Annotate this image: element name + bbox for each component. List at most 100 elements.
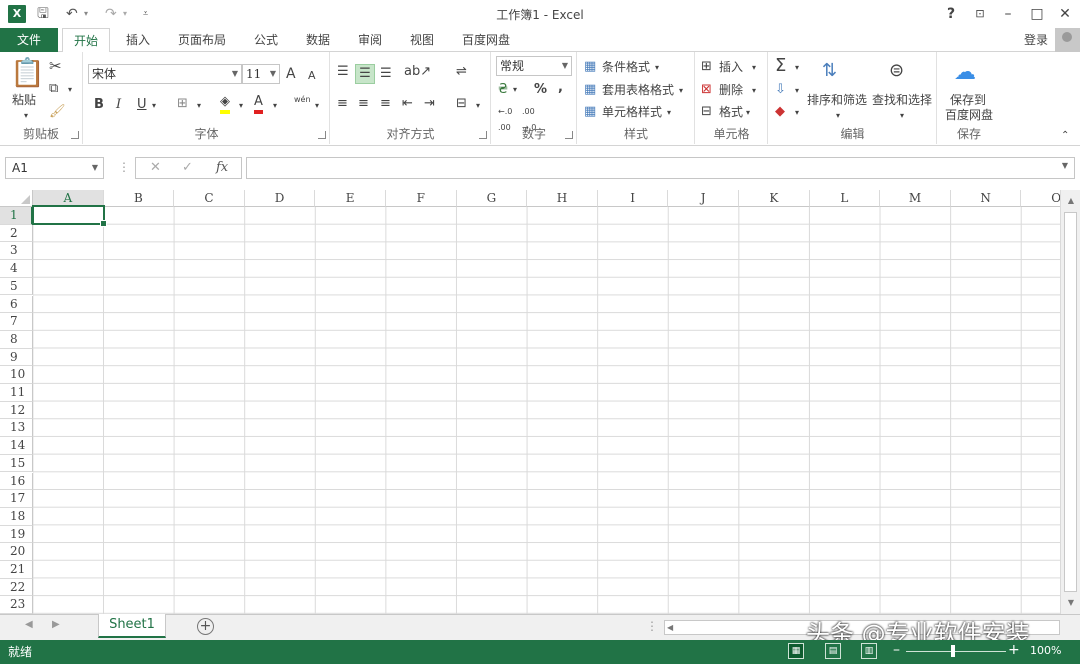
delete-dropdown-icon[interactable]: ▾ <box>752 83 756 99</box>
fill-color-dropdown-icon[interactable]: ▾ <box>239 98 243 114</box>
autosum-button[interactable]: Σ <box>775 56 786 76</box>
tab-file[interactable]: 文件 <box>0 28 58 52</box>
tab-insert[interactable]: 插入 <box>118 28 158 52</box>
font-size-combo[interactable]: 11 ▼ <box>242 64 280 84</box>
row-header[interactable]: 18 <box>0 507 33 526</box>
row-header[interactable]: 22 <box>0 578 33 597</box>
insert-cells-button[interactable]: 插入 <box>719 59 743 75</box>
format-painter-icon[interactable]: 🖌 <box>49 104 66 120</box>
sort-filter-dropdown-icon[interactable]: ▾ <box>836 108 840 124</box>
fill-dropdown-icon[interactable]: ▾ <box>795 83 799 99</box>
cell-styles-icon[interactable]: ▦ <box>584 104 596 120</box>
tab-review[interactable]: 审阅 <box>350 28 390 52</box>
copy-icon[interactable]: ⧉ <box>49 81 58 97</box>
scroll-thumb[interactable] <box>1064 212 1077 592</box>
currency-icon[interactable]: ₴ <box>498 82 508 98</box>
tab-baidu-netdisk[interactable]: 百度网盘 <box>454 28 518 52</box>
fill-icon[interactable]: ⇩ <box>775 82 786 98</box>
name-box[interactable]: A1 ▼ <box>5 157 104 179</box>
conditional-format-button[interactable]: 条件格式 <box>602 59 650 75</box>
comma-style-button[interactable]: , <box>558 80 563 96</box>
avatar[interactable] <box>1055 28 1080 52</box>
row-header[interactable]: 3 <box>0 242 33 261</box>
column-header[interactable]: H <box>527 190 598 207</box>
save-to-label-line1[interactable]: 保存到 <box>950 92 986 108</box>
align-center-icon[interactable]: ≡ <box>358 96 369 112</box>
middle-align-icon[interactable]: ☰ <box>355 64 375 84</box>
ribbon-display-options-icon[interactable]: ⊡ <box>969 3 991 25</box>
phonetic-guide-icon[interactable]: wén <box>294 92 311 108</box>
scroll-down-icon[interactable]: ▼ <box>1064 596 1078 610</box>
row-header[interactable]: 20 <box>0 543 33 561</box>
sort-filter-icon[interactable]: ⇅ <box>822 56 837 86</box>
tab-data[interactable]: 数据 <box>298 28 338 52</box>
autosum-dropdown-icon[interactable]: ▾ <box>795 60 799 76</box>
column-header[interactable]: N <box>950 190 1022 207</box>
enter-icon[interactable]: ✓ <box>182 160 193 175</box>
format-cells-button[interactable]: 格式 <box>719 104 743 120</box>
row-header[interactable]: 13 <box>0 419 33 438</box>
column-header[interactable]: L <box>809 190 881 207</box>
column-header[interactable]: G <box>456 190 528 207</box>
save-to-label-line2[interactable]: 百度网盘 <box>945 107 993 123</box>
page-layout-view-icon[interactable]: ▤ <box>825 643 841 659</box>
phonetic-dropdown-icon[interactable]: ▾ <box>315 98 319 114</box>
zoom-slider-knob[interactable] <box>951 645 955 657</box>
merge-center-icon[interactable]: ⊟ <box>456 96 467 112</box>
formula-input[interactable]: ▼ <box>246 157 1075 179</box>
row-header[interactable]: 8 <box>0 330 33 349</box>
font-color-dropdown-icon[interactable]: ▾ <box>273 98 277 114</box>
delete-cells-button[interactable]: 删除 <box>719 82 743 98</box>
row-header[interactable]: 6 <box>0 295 33 314</box>
copy-dropdown-icon[interactable]: ▾ <box>68 82 72 98</box>
column-header[interactable]: D <box>244 190 316 207</box>
format-as-table-button[interactable]: 套用表格格式 <box>602 82 674 98</box>
bottom-align-icon[interactable]: ☰ <box>380 66 392 82</box>
underline-dropdown-icon[interactable]: ▾ <box>152 98 156 114</box>
insert-function-button[interactable]: fx <box>216 160 228 175</box>
tab-split-grip-icon[interactable]: ⋮ <box>646 619 658 633</box>
vertical-scrollbar[interactable]: ▲ ▼ <box>1060 190 1080 614</box>
row-header[interactable]: 2 <box>0 224 33 243</box>
zoom-out-button[interactable]: – <box>893 642 900 658</box>
column-header[interactable]: I <box>597 190 669 207</box>
borders-icon[interactable]: ⊞ <box>177 96 188 112</box>
row-header[interactable]: 14 <box>0 437 33 455</box>
row-header[interactable]: 15 <box>0 454 33 473</box>
page-break-view-icon[interactable]: ▥ <box>861 643 877 659</box>
row-header[interactable]: 21 <box>0 561 33 579</box>
format-as-table-dropdown-icon[interactable]: ▾ <box>679 83 683 99</box>
expand-formula-bar-icon[interactable]: ▼ <box>1062 161 1068 170</box>
select-all-button[interactable] <box>0 190 33 207</box>
top-align-icon[interactable]: ☰ <box>337 64 349 80</box>
find-select-dropdown-icon[interactable]: ▾ <box>900 108 904 124</box>
row-header[interactable]: 16 <box>0 472 33 491</box>
sort-filter-button[interactable]: 排序和筛选 <box>807 92 867 108</box>
cut-icon[interactable]: ✂ <box>49 58 62 74</box>
align-left-icon[interactable]: ≡ <box>337 96 348 112</box>
collapse-ribbon-icon[interactable]: ⌃ <box>1061 128 1069 144</box>
row-header[interactable]: 4 <box>0 260 33 278</box>
help-button[interactable]: ? <box>940 3 962 25</box>
cells-area[interactable] <box>33 207 1060 614</box>
column-header[interactable]: J <box>668 190 739 207</box>
format-as-table-icon[interactable]: ▦ <box>584 82 596 98</box>
paste-icon[interactable]: 📋 <box>10 58 45 88</box>
sheet-tab[interactable]: Sheet1 <box>98 614 166 638</box>
cell-styles-button[interactable]: 单元格样式 <box>602 104 662 120</box>
align-right-icon[interactable]: ≡ <box>380 96 391 112</box>
find-select-icon[interactable]: ⊜ <box>889 56 904 86</box>
underline-button[interactable]: U <box>137 97 147 113</box>
font-launcher-icon[interactable] <box>318 131 326 139</box>
formula-bar-grip-icon[interactable]: ⋮ <box>118 160 130 174</box>
row-header[interactable]: 9 <box>0 348 33 367</box>
cancel-icon[interactable]: ✕ <box>150 160 161 175</box>
add-sheet-button[interactable]: + <box>197 618 214 635</box>
prev-sheet-icon[interactable]: ◀ <box>25 619 33 630</box>
conditional-format-dropdown-icon[interactable]: ▾ <box>655 60 659 76</box>
font-color-icon[interactable]: A <box>254 94 263 114</box>
normal-view-icon[interactable]: ▦ <box>788 643 804 659</box>
zoom-in-button[interactable]: + <box>1008 642 1020 658</box>
increase-indent-icon[interactable]: ⇥ <box>424 96 435 112</box>
column-header[interactable]: M <box>880 190 951 207</box>
